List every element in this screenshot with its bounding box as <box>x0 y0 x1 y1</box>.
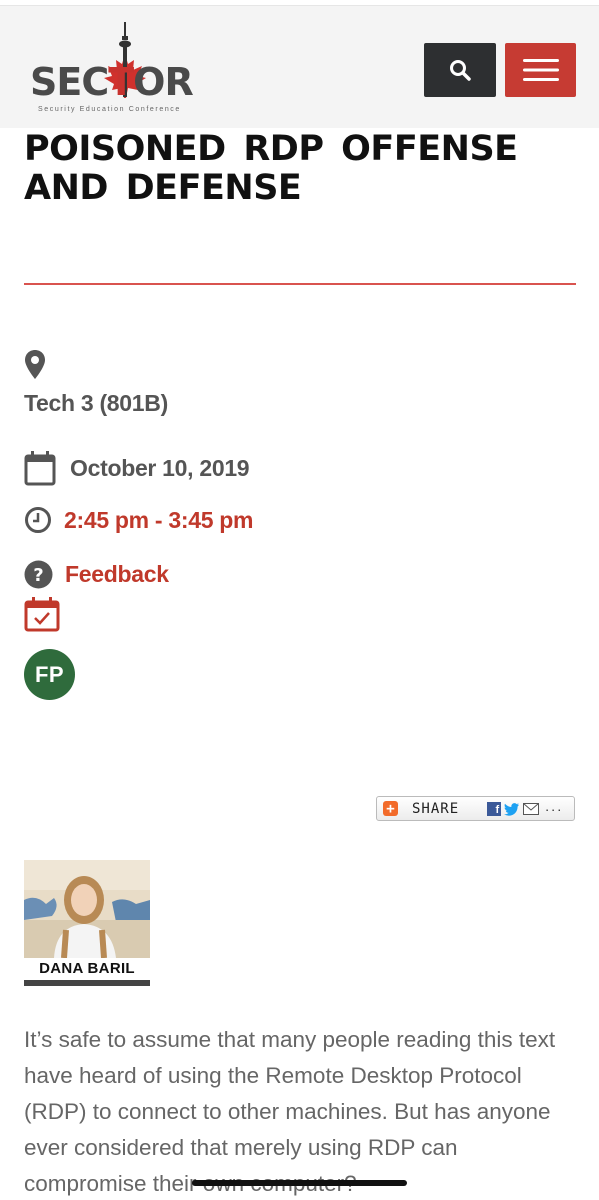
share-label: SHARE <box>412 800 460 817</box>
session-date: October 10, 2019 <box>70 454 250 481</box>
map-pin-icon <box>25 350 45 379</box>
track-badge[interactable]: FP <box>24 649 75 700</box>
logo-tagline: Security Education Conference <box>38 106 181 113</box>
svg-text:?: ? <box>33 565 43 586</box>
site-header: SECTOR Security Education Conference <box>0 6 599 128</box>
clock-icon <box>25 507 51 533</box>
facebook-icon: f <box>487 801 502 816</box>
session-description: It’s safe to assume that many people rea… <box>24 1027 556 1196</box>
speaker-photo <box>24 860 150 959</box>
session-location: Tech 3 (801B) <box>24 390 168 416</box>
speaker-card[interactable]: DANA BARIL <box>24 860 150 986</box>
share-button[interactable]: + SHARE f ... <box>376 796 575 821</box>
feedback-label[interactable]: Feedback <box>65 561 169 588</box>
speaker-name: DANA BARIL <box>24 958 150 980</box>
calendar-icon <box>24 451 56 486</box>
question-circle-icon: ? <box>24 560 53 589</box>
more-services: ... <box>544 803 563 814</box>
title-divider <box>24 283 576 285</box>
addthis-plus-icon: + <box>383 801 398 816</box>
share-service-icons: f ... <box>487 801 563 816</box>
feedback-link[interactable]: ? Feedback <box>24 560 169 589</box>
session-time-row: 2:45 pm - 3:45 pm <box>24 506 253 534</box>
search-button[interactable] <box>424 43 496 97</box>
logo-wordmark: SECTOR <box>30 60 194 104</box>
home-indicator[interactable] <box>192 1180 407 1186</box>
menu-button[interactable] <box>505 43 576 97</box>
session-time: 2:45 pm - 3:45 pm <box>64 506 254 533</box>
hamburger-menu-icon <box>522 59 559 81</box>
search-icon <box>450 60 471 81</box>
sector-logo[interactable]: SECTOR Security Education Conference <box>28 20 218 120</box>
session-title: POISONED RDP OFFENSE AND DEFENSE <box>24 129 518 208</box>
speaker-name-bar <box>24 980 150 986</box>
email-icon <box>523 802 540 815</box>
twitter-icon <box>504 802 520 816</box>
session-date-row: October 10, 2019 <box>24 450 250 486</box>
calendar-check-icon[interactable] <box>24 596 60 632</box>
